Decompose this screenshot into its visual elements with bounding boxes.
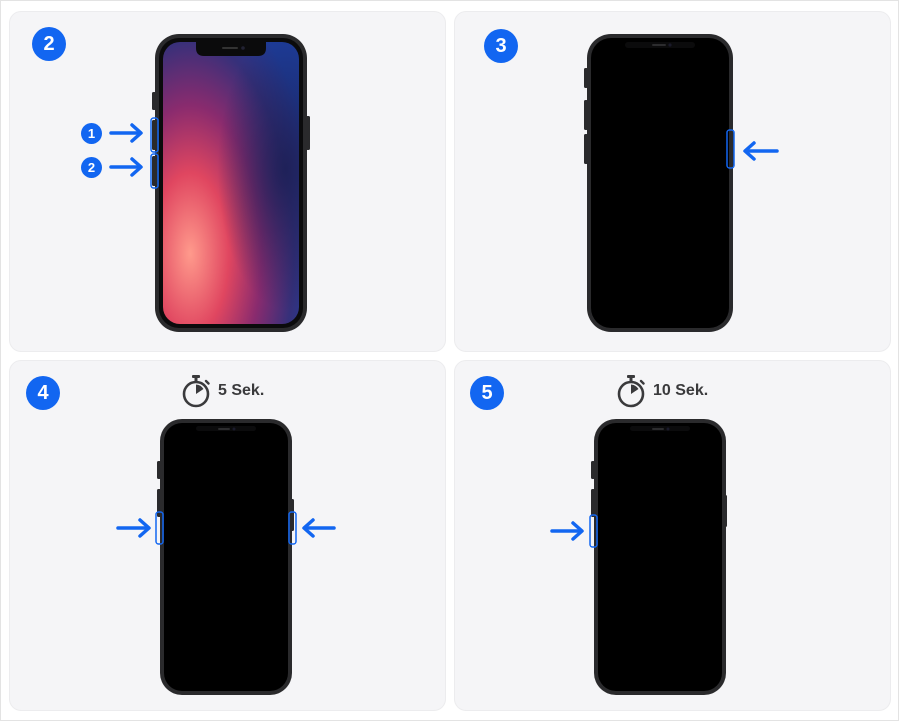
- phone-screen: [164, 423, 288, 691]
- phone-screen: [591, 38, 729, 328]
- panel-step-5: 5 10 Sek.: [454, 360, 891, 711]
- small-badge-1: 1: [81, 123, 102, 144]
- phone-illustration: [109, 34, 310, 332]
- arrow-right-icon: [109, 157, 143, 177]
- arrow-right-icon: [116, 518, 151, 538]
- arrow-left-icon: [302, 518, 336, 538]
- phone-illustration: [584, 34, 779, 332]
- arrow-right-icon: [109, 123, 143, 143]
- phone-illustration: [550, 419, 727, 695]
- panel-step-3: 3: [454, 11, 891, 352]
- phone-illustration: [116, 419, 336, 695]
- arrow-right-icon: [550, 521, 584, 541]
- arrow-left-icon: [743, 141, 779, 161]
- small-badge-2: 2: [81, 157, 102, 178]
- panel-step-4: 4 5 Sek.: [9, 360, 446, 711]
- phone-screen: [598, 423, 722, 691]
- panel-step-2: 2 1 2: [9, 11, 446, 352]
